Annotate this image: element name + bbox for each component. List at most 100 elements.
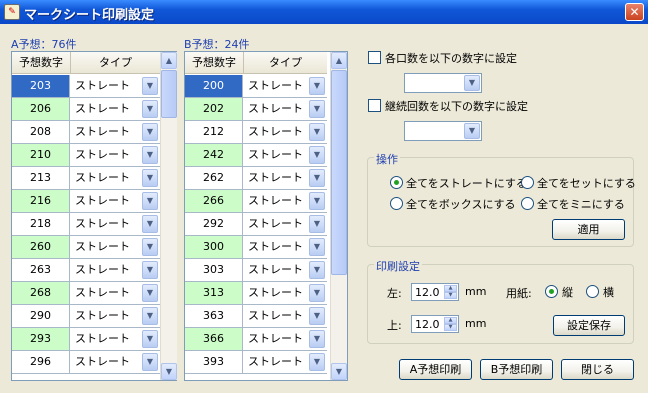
type-combo[interactable]: ストレート ▼ <box>71 328 160 350</box>
prediction-number[interactable]: 292 <box>185 213 243 235</box>
print-a-button[interactable]: A予想印刷 <box>399 359 472 380</box>
consecutive-checkbox[interactable] <box>368 99 381 112</box>
chevron-down-icon[interactable]: ▼ <box>309 77 325 95</box>
chevron-down-icon[interactable]: ▼ <box>142 284 158 302</box>
table-row[interactable]: 260 ストレート ▼ <box>12 236 160 259</box>
radio-all-mini-label[interactable]: 全てをミニにする <box>537 196 625 212</box>
prediction-number[interactable]: 260 <box>12 236 70 258</box>
table-row[interactable]: 266 ストレート ▼ <box>185 190 327 213</box>
chevron-down-icon[interactable]: ▼ <box>142 192 158 210</box>
type-combo[interactable]: ストレート ▼ <box>71 213 160 235</box>
apply-button[interactable]: 適用 <box>552 219 625 240</box>
prediction-number[interactable]: 212 <box>185 121 243 143</box>
save-settings-button[interactable]: 設定保存 <box>553 315 625 336</box>
chevron-down-icon[interactable]: ▼ <box>142 146 158 164</box>
chevron-down-icon[interactable]: ▼ <box>309 238 325 256</box>
radio-portrait[interactable] <box>545 285 558 298</box>
prediction-number[interactable]: 262 <box>185 167 243 189</box>
prediction-number[interactable]: 300 <box>185 236 243 258</box>
chevron-down-icon[interactable]: ▼ <box>309 307 325 325</box>
top-margin-stepper[interactable]: 12.0 ▲ ▼ <box>411 315 459 333</box>
prediction-number[interactable]: 303 <box>185 259 243 281</box>
radio-portrait-label[interactable]: 縦 <box>562 284 573 300</box>
chevron-down-icon[interactable]: ▼ <box>142 330 158 348</box>
chevron-down-icon[interactable]: ▼ <box>309 100 325 118</box>
prediction-number[interactable]: 206 <box>12 98 70 120</box>
chevron-down-icon[interactable]: ▼ <box>309 261 325 279</box>
type-combo[interactable]: ストレート ▼ <box>71 190 160 212</box>
grid-b[interactable]: 予想数字 タイプ 200 ストレート ▼ 202 ストレート ▼ 212 ストレート ▼ 242 ス… <box>184 51 348 381</box>
type-combo[interactable]: ストレート ▼ <box>244 167 327 189</box>
table-row[interactable]: 292 ストレート ▼ <box>185 213 327 236</box>
chevron-down-icon[interactable]: ▼ <box>309 353 325 371</box>
prediction-number[interactable]: 290 <box>12 305 70 327</box>
table-row[interactable]: 262 ストレート ▼ <box>185 167 327 190</box>
type-combo[interactable]: ストレート ▼ <box>71 351 160 373</box>
left-margin-stepper[interactable]: 12.0 ▲ ▼ <box>411 283 459 301</box>
close-button[interactable]: 閉じる <box>561 359 634 380</box>
type-combo[interactable]: ストレート ▼ <box>71 282 160 304</box>
grid-a-scrollbar[interactable]: ▲ ▼ <box>160 52 177 380</box>
chevron-down-icon[interactable]: ▼ <box>142 77 158 95</box>
close-icon[interactable]: ✕ <box>625 3 644 21</box>
table-row[interactable]: 393 ストレート ▼ <box>185 351 327 374</box>
chevron-down-icon[interactable]: ▼ <box>309 146 325 164</box>
table-row[interactable]: 208 ストレート ▼ <box>12 121 160 144</box>
table-row[interactable]: 313 ストレート ▼ <box>185 282 327 305</box>
radio-landscape[interactable] <box>586 285 599 298</box>
type-combo[interactable]: ストレート ▼ <box>71 305 160 327</box>
table-row[interactable]: 202 ストレート ▼ <box>185 98 327 121</box>
spin-up-icon[interactable]: ▲ <box>444 317 457 324</box>
type-combo[interactable]: ストレート ▼ <box>244 144 327 166</box>
radio-all-box[interactable] <box>390 197 403 210</box>
chevron-down-icon[interactable]: ▼ <box>142 353 158 371</box>
print-b-button[interactable]: B予想印刷 <box>480 359 553 380</box>
radio-all-set[interactable] <box>521 176 534 189</box>
table-row[interactable]: 213 ストレート ▼ <box>12 167 160 190</box>
table-row[interactable]: 212 ストレート ▼ <box>185 121 327 144</box>
type-combo[interactable]: ストレート ▼ <box>71 75 160 97</box>
table-row[interactable]: 366 ストレート ▼ <box>185 328 327 351</box>
type-combo[interactable]: ストレート ▼ <box>244 282 327 304</box>
scroll-up-icon[interactable]: ▲ <box>161 52 177 69</box>
each-count-checkbox[interactable] <box>368 51 381 64</box>
table-row[interactable]: 296 ストレート ▼ <box>12 351 160 374</box>
prediction-number[interactable]: 266 <box>185 190 243 212</box>
column-header-number[interactable]: 予想数字 <box>185 52 244 74</box>
table-row[interactable]: 242 ストレート ▼ <box>185 144 327 167</box>
chevron-down-icon[interactable]: ▼ <box>142 100 158 118</box>
type-combo[interactable]: ストレート ▼ <box>244 351 327 373</box>
grid-b-scrollbar[interactable]: ▲ ▼ <box>330 52 347 380</box>
prediction-number[interactable]: 268 <box>12 282 70 304</box>
scroll-up-icon[interactable]: ▲ <box>331 52 347 69</box>
spin-down-icon[interactable]: ▼ <box>444 324 457 331</box>
prediction-number[interactable]: 313 <box>185 282 243 304</box>
prediction-number[interactable]: 363 <box>185 305 243 327</box>
grid-a[interactable]: 予想数字 タイプ 203 ストレート ▼ 206 ストレート ▼ 208 ストレート ▼ 210 ス… <box>11 51 177 381</box>
prediction-number[interactable]: 218 <box>12 213 70 235</box>
scroll-down-icon[interactable]: ▼ <box>161 363 177 380</box>
table-row[interactable]: 216 ストレート ▼ <box>12 190 160 213</box>
type-combo[interactable]: ストレート ▼ <box>244 121 327 143</box>
prediction-number[interactable]: 202 <box>185 98 243 120</box>
type-combo[interactable]: ストレート ▼ <box>71 144 160 166</box>
prediction-number[interactable]: 208 <box>12 121 70 143</box>
type-combo[interactable]: ストレート ▼ <box>244 259 327 281</box>
table-row[interactable]: 303 ストレート ▼ <box>185 259 327 282</box>
type-combo[interactable]: ストレート ▼ <box>71 167 160 189</box>
prediction-number[interactable]: 296 <box>12 351 70 373</box>
scroll-down-icon[interactable]: ▼ <box>331 363 347 380</box>
table-row[interactable]: 263 ストレート ▼ <box>12 259 160 282</box>
chevron-down-icon[interactable]: ▼ <box>142 307 158 325</box>
type-combo[interactable]: ストレート ▼ <box>244 305 327 327</box>
radio-all-box-label[interactable]: 全てをボックスにする <box>406 196 516 212</box>
column-header-number[interactable]: 予想数字 <box>12 52 71 74</box>
type-combo[interactable]: ストレート ▼ <box>244 328 327 350</box>
consecutive-dropdown[interactable]: ▼ <box>404 121 482 141</box>
column-header-type[interactable]: タイプ <box>244 52 327 74</box>
chevron-down-icon[interactable]: ▼ <box>464 75 480 91</box>
prediction-number[interactable]: 393 <box>185 351 243 373</box>
table-row[interactable]: 293 ストレート ▼ <box>12 328 160 351</box>
type-combo[interactable]: ストレート ▼ <box>244 236 327 258</box>
radio-all-straight-label[interactable]: 全てをストレートにする <box>406 175 527 191</box>
